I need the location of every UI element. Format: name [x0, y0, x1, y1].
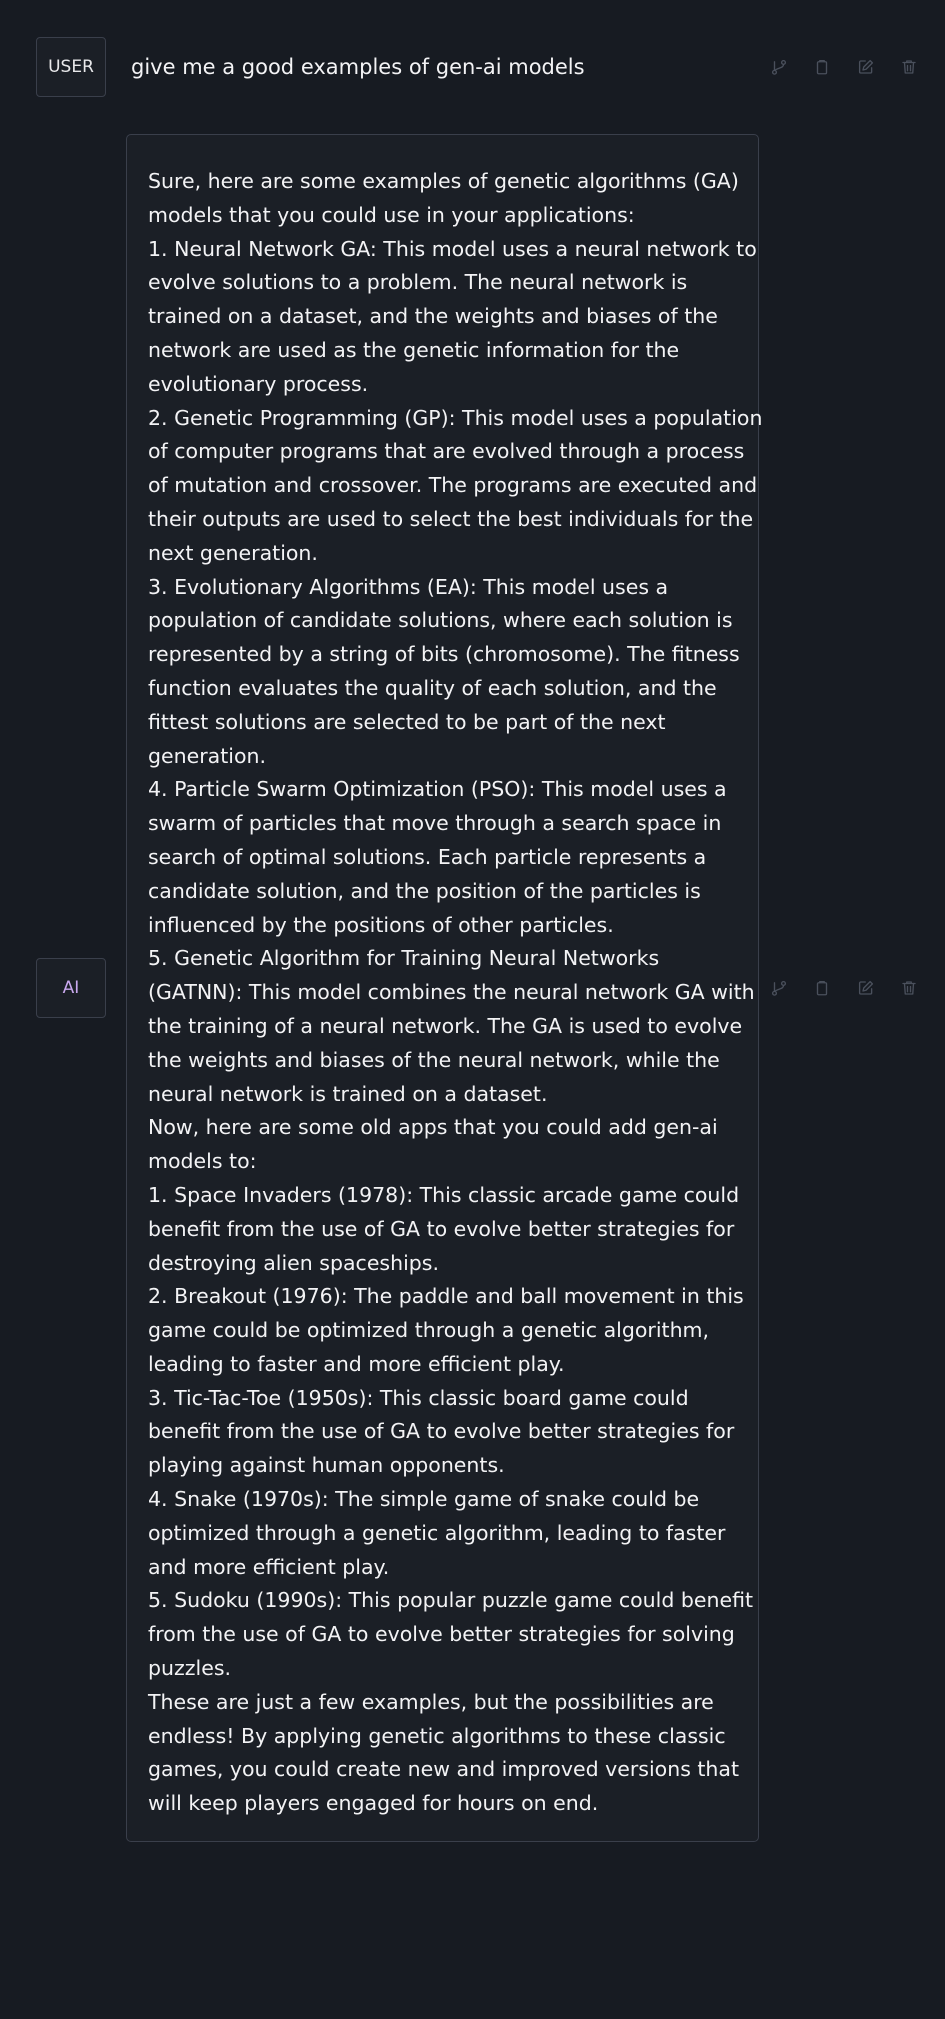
ai-message-line: from the use of GA to evolve better stra… — [148, 1622, 735, 1647]
edit-icon[interactable] — [855, 56, 877, 78]
ai-message-line: of computer programs that are evolved th… — [148, 439, 745, 464]
ai-message-line: games, you could create new and improved… — [148, 1757, 740, 1782]
ai-message-line: the weights and biases of the neural net… — [148, 1047, 720, 1072]
ai-message-line: models that you could use in your applic… — [148, 202, 635, 227]
ai-message-line: 5. Sudoku (1990s): This popular puzzle g… — [148, 1588, 754, 1613]
ai-message-line: destroying alien spaceships. — [148, 1250, 440, 1275]
ai-message-line: represented by a string of bits (chromos… — [148, 642, 740, 667]
ai-message-line: of mutation and crossover. The programs … — [148, 473, 758, 498]
ai-message-line: evolve solutions to a problem. The neura… — [148, 270, 688, 295]
ai-message-line: neural network is trained on a dataset. — [148, 1081, 548, 1106]
ai-message-line: network are used as the genetic informat… — [148, 337, 680, 362]
ai-message-line: puzzles. — [148, 1656, 232, 1681]
clipboard-icon[interactable] — [811, 56, 833, 78]
user-role-badge: USER — [36, 37, 106, 97]
ai-message-line: generation. — [148, 743, 267, 768]
ai-message-line: leading to faster and more efficient pla… — [148, 1351, 565, 1376]
ai-message-line: 2. Genetic Programming (GP): This model … — [148, 405, 763, 430]
ai-message-line: influenced by the positions of other par… — [148, 912, 614, 937]
ai-message-line: Now, here are some old apps that you cou… — [148, 1115, 718, 1140]
ai-role-badge: AI — [36, 958, 106, 1018]
ai-message-line: 4. Snake (1970s): The simple game of sna… — [148, 1487, 700, 1512]
ai-message-line: swarm of particles that move through a s… — [148, 811, 722, 836]
ai-message-line: and more efficient play. — [148, 1554, 390, 1579]
ai-message-line: 3. Tic-Tac-Toe (1950s): This classic boa… — [148, 1385, 689, 1410]
ai-message-line: function evaluates the quality of each s… — [148, 675, 717, 700]
ai-message-line: trained on a dataset, and the weights an… — [148, 304, 718, 329]
ai-message-bubble: Sure, here are some examples of genetic … — [126, 134, 763, 1842]
ai-message-line: 4. Particle Swarm Optimization (PSO): Th… — [148, 777, 727, 802]
ai-message-line: (GATNN): This model combines the neural … — [148, 980, 755, 1005]
ai-message-line: benefit from the use of GA to evolve bet… — [148, 1216, 735, 1241]
ai-message-line: their outputs are used to select the bes… — [148, 506, 754, 531]
ai-message-line: population of candidate solutions, where… — [148, 608, 733, 633]
ai-message-line: benefit from the use of GA to evolve bet… — [148, 1419, 735, 1444]
ai-message-line: game could be optimized through a geneti… — [148, 1318, 710, 1343]
ai-message-line: optimized through a genetic algorithm, l… — [148, 1520, 726, 1545]
ai-message-line: search of optimal solutions. Each partic… — [148, 844, 707, 869]
ai-message-line: endless! By applying genetic algorithms … — [148, 1723, 726, 1748]
ai-message-line: will keep players engaged for hours on e… — [148, 1791, 599, 1816]
ai-message-line: the training of a neural network. The GA… — [148, 1013, 743, 1038]
ai-message-line: evolutionary process. — [148, 371, 369, 396]
ai-message-line: 5. Genetic Algorithm for Training Neural… — [148, 946, 660, 971]
ai-message-text: Sure, here are some examples of genetic … — [148, 165, 763, 1821]
ai-message-line: models to: — [148, 1149, 257, 1174]
branch-icon[interactable] — [768, 56, 790, 78]
ai-message-line: playing against human opponents. — [148, 1453, 505, 1478]
ai-message-line: 2. Breakout (1976): The paddle and ball … — [148, 1284, 744, 1309]
ai-message-line: These are just a few examples, but the p… — [148, 1689, 714, 1714]
ai-message-line: candidate solution, and the position of … — [148, 878, 701, 903]
ai-message-actions — [768, 975, 920, 1001]
ai-message-line: 1. Space Invaders (1978): This classic a… — [148, 1182, 740, 1207]
user-message-text: give me a good examples of gen-ai models — [131, 55, 585, 79]
ai-message-line: 3. Evolutionary Algorithms (EA): This mo… — [148, 574, 669, 599]
edit-icon[interactable] — [855, 977, 877, 999]
ai-message-line: 1. Neural Network GA: This model uses a … — [148, 236, 757, 261]
ai-message-line: fittest solutions are selected to be par… — [148, 709, 666, 734]
ai-message-line: Sure, here are some examples of genetic … — [148, 169, 739, 193]
user-message-actions — [768, 54, 920, 80]
branch-icon[interactable] — [768, 977, 790, 999]
trash-icon[interactable] — [898, 56, 920, 78]
clipboard-icon[interactable] — [811, 977, 833, 999]
ai-message-line: next generation. — [148, 540, 318, 565]
trash-icon[interactable] — [898, 977, 920, 999]
